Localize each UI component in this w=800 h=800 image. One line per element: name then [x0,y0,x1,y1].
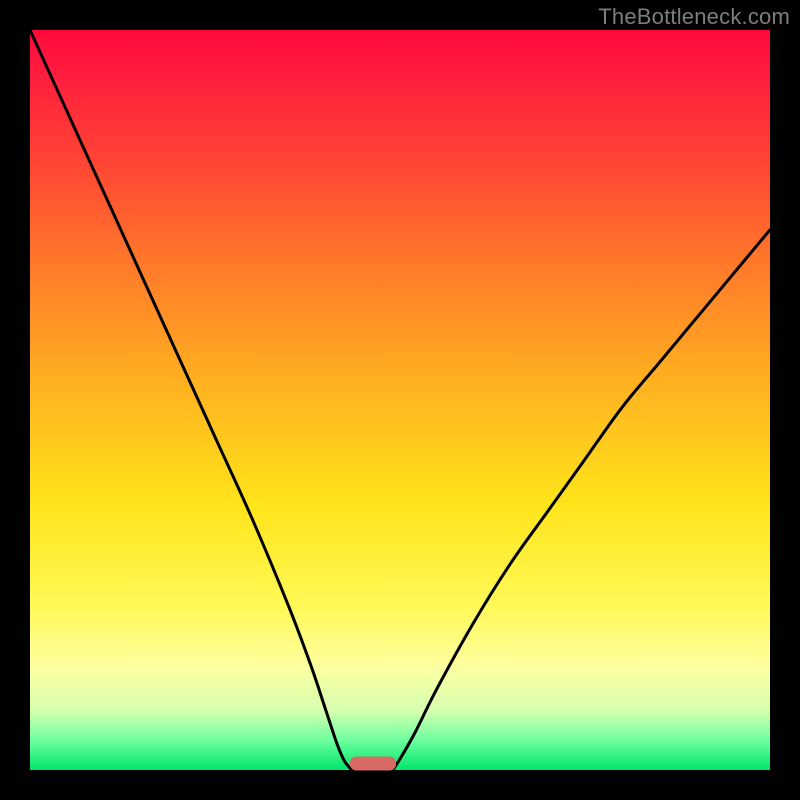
chart-frame: TheBottleneck.com [0,0,800,800]
right-curve [393,230,770,770]
curves-svg [30,30,770,770]
optimal-marker [350,757,395,770]
left-curve [30,30,352,770]
watermark-text: TheBottleneck.com [598,4,790,30]
plot-area [30,30,770,770]
